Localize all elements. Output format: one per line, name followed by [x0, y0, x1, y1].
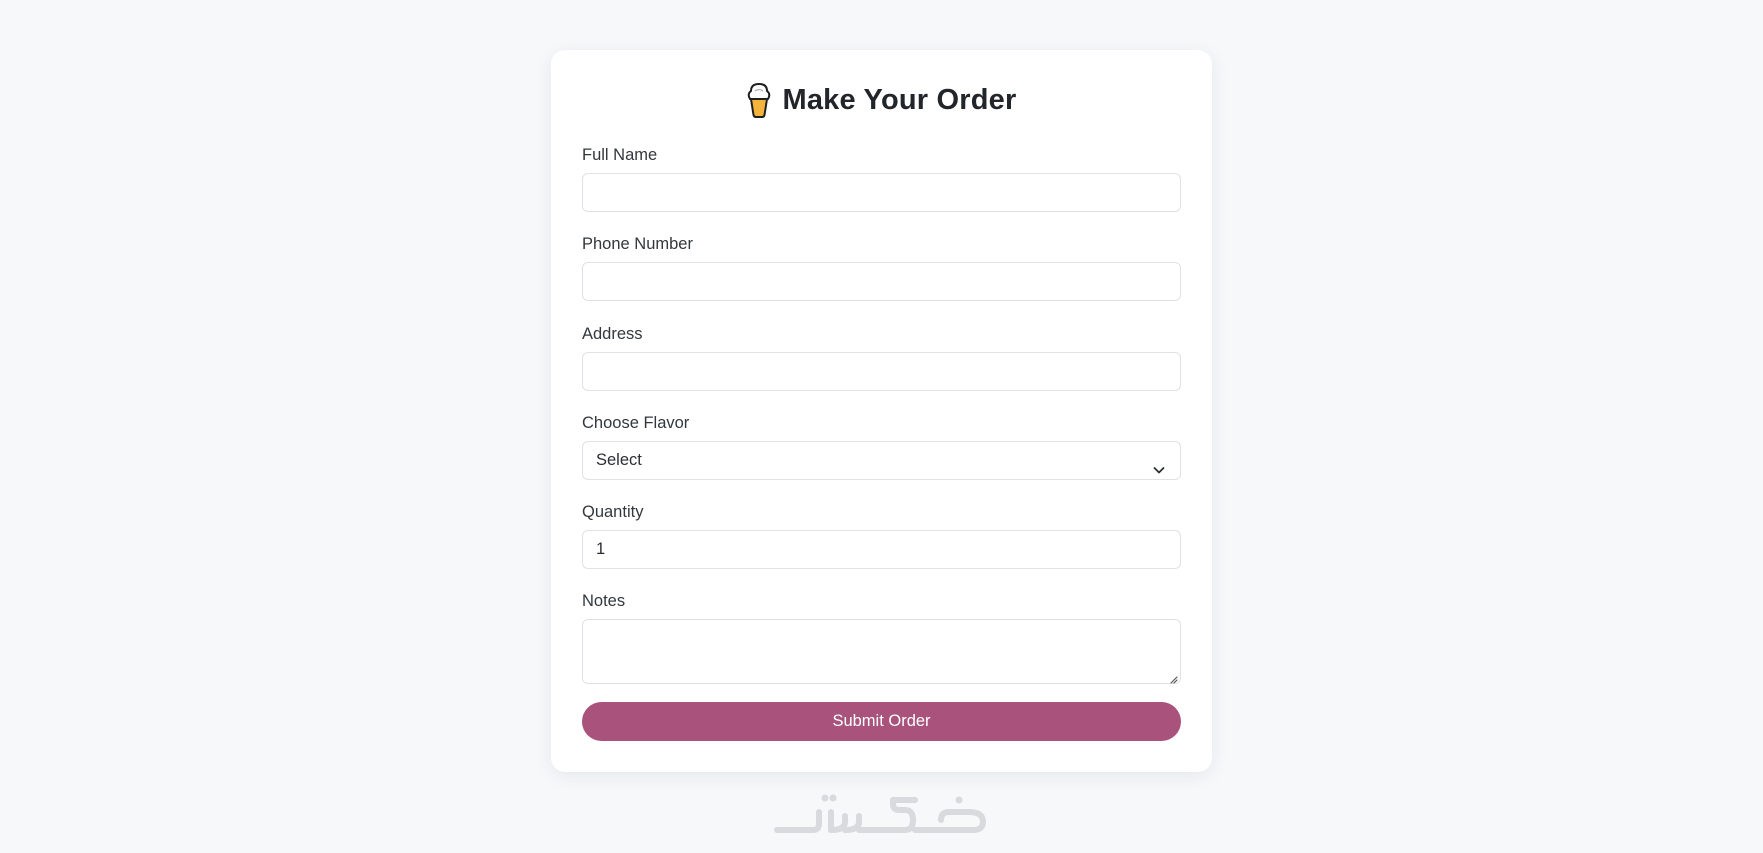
- address-label: Address: [582, 325, 643, 343]
- order-form-card: Make Your Order Full Name Phone Number A…: [551, 50, 1212, 772]
- notes-group: Notes: [582, 590, 1181, 684]
- phone-number-label: Phone Number: [582, 235, 693, 253]
- watermark-logo: [773, 790, 989, 842]
- flavor-selected-value: Select: [596, 451, 642, 469]
- flavor-group: Choose Flavor Select: [582, 412, 1181, 480]
- notes-label: Notes: [582, 592, 626, 610]
- form-header: Make Your Order: [551, 80, 1212, 120]
- flavor-label: Choose Flavor: [582, 414, 690, 432]
- page-title: Make Your Order: [782, 83, 1017, 116]
- address-group: Address: [582, 323, 1181, 391]
- quantity-input[interactable]: 1: [582, 530, 1181, 569]
- ice-cream-icon: [746, 82, 772, 118]
- full-name-label: Full Name: [582, 146, 658, 164]
- chevron-down-icon: [1152, 454, 1166, 473]
- notes-textarea[interactable]: [582, 619, 1181, 684]
- full-name-input[interactable]: [582, 173, 1181, 212]
- resize-handle-icon[interactable]: [1168, 671, 1178, 684]
- full-name-group: Full Name: [582, 144, 1181, 212]
- quantity-label: Quantity: [582, 503, 644, 521]
- submit-order-button[interactable]: Submit Order: [582, 702, 1181, 741]
- phone-number-group: Phone Number: [582, 233, 1181, 301]
- phone-number-input[interactable]: [582, 262, 1181, 301]
- address-input[interactable]: [582, 352, 1181, 391]
- flavor-select[interactable]: Select: [582, 441, 1181, 480]
- quantity-group: Quantity 1: [582, 501, 1181, 569]
